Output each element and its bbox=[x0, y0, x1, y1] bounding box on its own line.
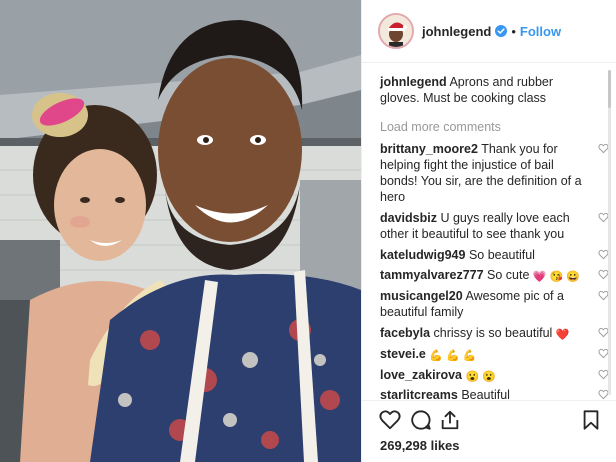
avatar[interactable] bbox=[378, 13, 414, 49]
comments-scrollbar[interactable] bbox=[608, 70, 611, 395]
comment-text: chrissy is so beautiful bbox=[433, 325, 553, 340]
like-heart-icon[interactable] bbox=[379, 409, 401, 431]
scrollbar-thumb[interactable] bbox=[608, 70, 611, 108]
comment-username[interactable]: davidsbiz bbox=[380, 211, 437, 225]
comment-username[interactable]: facebyla bbox=[380, 326, 430, 340]
comment-username[interactable]: tammyalvarez777 bbox=[380, 268, 484, 282]
post-header: johnlegend • Follow bbox=[362, 0, 616, 63]
comment-emoji: 💗 😘 😀 bbox=[532, 271, 581, 284]
separator-dot: • bbox=[511, 23, 516, 39]
bookmark-icon[interactable] bbox=[580, 409, 602, 431]
comment-item: musicangel20 Awesome pic of a beautiful … bbox=[380, 288, 609, 320]
caption-username[interactable]: johnlegend bbox=[380, 75, 447, 89]
comment-emoji: ❤️ bbox=[555, 328, 570, 341]
comment-item: davidsbiz U guys really love each other … bbox=[380, 210, 609, 242]
comment-item: stevei.e 💪 💪 💪 bbox=[380, 346, 609, 362]
post-username[interactable]: johnlegend bbox=[422, 24, 491, 39]
likes-count[interactable]: 269,298 likes bbox=[380, 438, 460, 453]
load-more-comments-button[interactable]: Load more comments bbox=[380, 120, 587, 134]
comment-item: brittany_moore2 Thank you for helping fi… bbox=[380, 141, 609, 205]
comments-list[interactable]: johnlegend Aprons and rubber gloves. Mus… bbox=[362, 63, 616, 400]
comment-emoji: 💪 💪 💪 bbox=[429, 349, 477, 362]
comment-item: starlitcreams Beautiful bbox=[380, 387, 609, 400]
comment-username[interactable]: musicangel20 bbox=[380, 289, 463, 303]
post-photo bbox=[0, 0, 361, 462]
comment-username[interactable]: stevei.e bbox=[380, 347, 426, 361]
comment-username[interactable]: starlitcreams bbox=[380, 388, 458, 400]
comment-text: So cute bbox=[487, 268, 530, 283]
comment-text: So beautiful bbox=[468, 247, 535, 262]
verified-badge-icon bbox=[495, 25, 508, 37]
comment-username[interactable]: kateludwig949 bbox=[380, 248, 465, 262]
comment-item: love_zakirova 😮 😮 bbox=[380, 367, 609, 383]
comment-text: Beautiful bbox=[461, 388, 510, 400]
share-icon[interactable] bbox=[439, 409, 461, 431]
post-actions-bar bbox=[362, 400, 616, 436]
comment-item: facebyla chrissy is so beautiful ❤️ bbox=[380, 325, 609, 341]
comment-bubble-icon[interactable] bbox=[410, 409, 432, 431]
follow-button[interactable]: Follow bbox=[520, 24, 561, 39]
comment-item: tammyalvarez777 So cute 💗 😘 😀 bbox=[380, 267, 609, 284]
post-caption: johnlegend Aprons and rubber gloves. Mus… bbox=[380, 75, 587, 106]
comment-username[interactable]: love_zakirova bbox=[380, 368, 462, 382]
post-details-panel: johnlegend • Follow johnlegend Aprons an… bbox=[361, 0, 616, 462]
comment-emoji: 😮 😮 bbox=[465, 370, 496, 383]
comment-username[interactable]: brittany_moore2 bbox=[380, 142, 478, 156]
comment-item: kateludwig949 So beautiful bbox=[380, 247, 609, 263]
